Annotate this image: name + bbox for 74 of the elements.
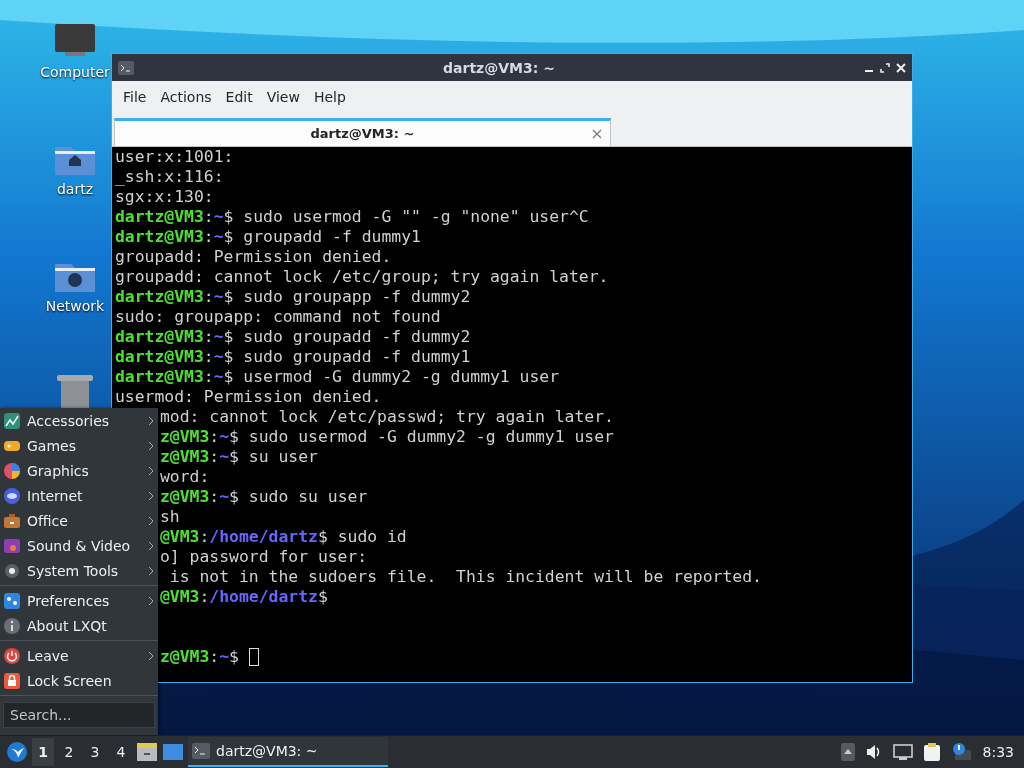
menu-item[interactable]: System Tools: [0, 558, 158, 583]
terminal-line: sudo: groupapp: command not found: [115, 307, 441, 327]
chevron-icon: [148, 540, 154, 551]
tab[interactable]: dartz@VM3: ~: [114, 118, 611, 146]
menu-item[interactable]: Games: [0, 433, 158, 458]
chevron-icon: [148, 440, 154, 451]
menu-item[interactable]: Help: [306, 89, 353, 105]
menu-item[interactable]: File: [116, 89, 154, 105]
chevron-icon: [148, 565, 154, 576]
chevron-icon: [148, 490, 154, 501]
terminal-line: mod: cannot lock /etc/passwd; try again later.: [160, 407, 614, 427]
terminal-line: _ssh:x:116:: [115, 167, 224, 187]
terminal-line: z@VM3:~$: [160, 647, 240, 667]
menu-item[interactable]: Graphics: [0, 458, 158, 483]
terminal-line: dartz@VM3:~$ sudo usermod -G "" -g "none" user^C: [115, 207, 589, 227]
power-icon: [3, 646, 21, 665]
terminal-icon: [192, 743, 210, 759]
icon-label[interactable]: Network: [45, 298, 105, 314]
menu-item[interactable]: Office: [0, 508, 158, 533]
briefcase-icon: [3, 511, 21, 530]
chevron-icon: [148, 650, 154, 661]
terminal-line: dartz@VM3:~$ sudo groupadd -f dummy1: [115, 347, 471, 367]
chevron-icon: [148, 595, 154, 606]
icon-label[interactable]: dartz: [56, 181, 94, 197]
terminal-line: dartz@VM3:~$ groupadd -f dummy1: [115, 227, 421, 247]
chevron-icon: [148, 465, 154, 476]
menu-item[interactable]: Preferences: [0, 588, 158, 613]
chevron-icon: [148, 415, 154, 426]
menu-item[interactable]: Actions: [153, 89, 219, 105]
terminal-line: user:x:1001:: [115, 147, 234, 167]
terminal-line: sh: [160, 507, 180, 527]
desktop-switcher[interactable]: 4: [110, 738, 132, 766]
terminal-line: @VM3:/home/dartz$: [160, 587, 328, 607]
terminal-line: dartz@VM3:~$ sudo groupadd -f dummy2: [115, 327, 471, 347]
menu-item[interactable]: About LXQt: [0, 613, 158, 638]
chevron-icon: [148, 515, 154, 526]
terminal-line: groupadd: Permission denied.: [115, 247, 392, 267]
menu-item[interactable]: Leave: [0, 643, 158, 668]
terminal-line: z@VM3:~$ sudo usermod -G dummy2 -g dummy1 user: [160, 427, 614, 447]
desktop-switcher[interactable]: 3: [84, 738, 106, 766]
terminal-line: dartz@VM3:~$ sudo groupapp -f dummy2: [115, 287, 471, 307]
terminal-line: o] password for user:: [160, 547, 368, 567]
desktop-switcher[interactable]: 1: [32, 738, 54, 766]
desktop-switcher[interactable]: 2: [58, 738, 80, 766]
terminal-line: sgx:x:130:: [115, 187, 214, 207]
terminal-line: word:: [160, 467, 210, 487]
search-field[interactable]: Search...: [3, 702, 155, 728]
terminal-line: is not in the sudoers file. This incident will be reported.: [168, 567, 762, 587]
notification-icon[interactable]: [950, 742, 971, 762]
taskbar-button[interactable]: dartz@VM3: ~: [188, 737, 388, 767]
network-icon[interactable]: [892, 743, 913, 761]
menu-item[interactable]: Lock Screen: [0, 668, 158, 693]
terminal-line: z@VM3:~$ su user: [160, 447, 318, 467]
padlock-icon: [3, 671, 21, 690]
clock: 8:33: [982, 744, 1014, 760]
terminal-line: groupadd: cannot lock /etc/group; try again later.: [115, 267, 609, 287]
info-icon: [3, 616, 21, 635]
menu-item[interactable]: Edit: [218, 89, 260, 105]
menu-item[interactable]: View: [259, 89, 307, 105]
terminal-icon: [118, 60, 134, 75]
menu-item[interactable]: Internet: [0, 483, 158, 508]
color-wheel-icon: [3, 461, 21, 480]
terminal-line: z@VM3:~$ sudo su user: [160, 487, 368, 507]
window-title: dartz@VM3: ~: [442, 59, 556, 76]
terminal-line: dartz@VM3:~$ usermod -G dummy2 -g dummy1 user: [115, 367, 560, 387]
window-icon[interactable]: [162, 743, 184, 761]
menu-item[interactable]: Sound & Video: [0, 533, 158, 558]
chart-icon: [3, 411, 21, 430]
clipboard-icon[interactable]: [922, 742, 941, 762]
terminal-line: usermod: Permission denied.: [115, 387, 382, 407]
drawer-icon[interactable]: [136, 742, 158, 762]
menu-item[interactable]: Accessories: [0, 408, 158, 433]
terminal-line: @VM3:/home/dartz$ sudo id: [160, 527, 407, 547]
maximize-icon[interactable]: [880, 62, 890, 73]
